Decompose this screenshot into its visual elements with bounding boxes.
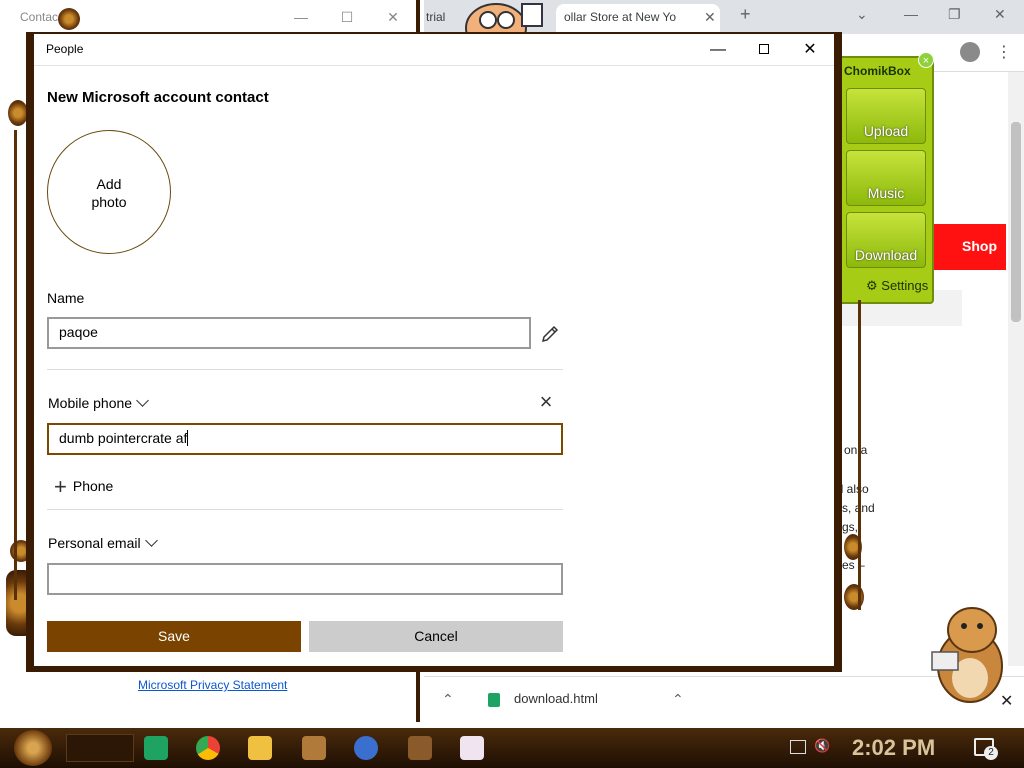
email-type-label: Personal email bbox=[48, 535, 141, 551]
music-label: Music bbox=[867, 185, 905, 201]
page-text-fragment: gs, bbox=[842, 520, 859, 534]
chevron-down-icon bbox=[136, 394, 149, 407]
phone-field[interactable]: dumb pointercrate af bbox=[47, 423, 563, 455]
add-phone-button[interactable]: + Phone bbox=[54, 474, 113, 500]
tab-label: ollar Store at New Yo bbox=[564, 10, 677, 24]
browser-tab-active[interactable]: ollar Store at New Yo ✕ bbox=[556, 4, 720, 34]
hamster-app-icon[interactable] bbox=[408, 736, 432, 760]
save-button[interactable]: Save bbox=[47, 621, 301, 652]
tab-search-chevron-icon[interactable]: ⌄ bbox=[856, 6, 868, 23]
dialog-minimize-icon[interactable]: — bbox=[698, 38, 738, 62]
browser-menu-icon[interactable]: ⋮ bbox=[996, 42, 1012, 62]
download-options-chevron-icon[interactable]: ⌃ bbox=[672, 691, 684, 708]
add-photo-button[interactable]: Add photo bbox=[47, 130, 171, 254]
chevron-down-icon bbox=[144, 534, 158, 547]
internet-app-icon[interactable] bbox=[354, 736, 378, 760]
remove-phone-close-icon[interactable]: × bbox=[536, 391, 556, 413]
chevron-up-icon[interactable]: ⌃ bbox=[442, 691, 454, 708]
email-type-dropdown[interactable]: Personal email bbox=[48, 534, 158, 551]
page-title: New Microsoft account contact bbox=[47, 89, 269, 106]
browser-minimize-icon[interactable]: — bbox=[904, 6, 918, 22]
cancel-button[interactable]: Cancel bbox=[309, 621, 563, 652]
file-explorer-icon[interactable] bbox=[248, 736, 272, 760]
start-button[interactable] bbox=[14, 730, 52, 766]
name-label: Name bbox=[47, 290, 85, 306]
notification-count: 2 bbox=[984, 746, 998, 760]
maximize-icon[interactable]: ☐ bbox=[336, 6, 358, 28]
hamster-mascot-icon bbox=[931, 607, 1003, 703]
chomikbox-app-icon[interactable] bbox=[302, 736, 326, 760]
phone-value: dumb pointercrate af bbox=[59, 430, 188, 446]
gear-decoration-icon bbox=[844, 584, 864, 610]
add-photo-label: Add photo bbox=[91, 176, 127, 210]
frame-rail bbox=[858, 300, 861, 610]
chomikbox-widget: ChomikBox × Upload Music Download ⚙ Sett… bbox=[838, 52, 934, 304]
shop-banner-label: Shop bbox=[962, 238, 997, 254]
people-app-icon[interactable] bbox=[460, 736, 484, 760]
dialog-maximize-icon[interactable] bbox=[744, 38, 784, 62]
download-item[interactable]: download.html bbox=[514, 691, 598, 706]
sheets-app-icon[interactable] bbox=[144, 736, 168, 760]
background-window-title: Contac bbox=[20, 10, 59, 24]
phone-type-dropdown[interactable]: Mobile phone bbox=[48, 394, 149, 411]
titlebar-divider bbox=[34, 65, 834, 66]
email-field[interactable] bbox=[47, 563, 563, 595]
tab-label: trial bbox=[426, 10, 446, 24]
page-text-fragment: ll also bbox=[838, 482, 869, 496]
page-text-fragment: es – bbox=[842, 558, 865, 572]
section-divider bbox=[47, 369, 563, 370]
scrollbar-thumb[interactable] bbox=[1011, 122, 1021, 322]
page-scrollbar[interactable] bbox=[1008, 72, 1024, 666]
section-divider bbox=[47, 509, 563, 510]
download-label: Download bbox=[854, 247, 918, 263]
taskbar: 🔇 2:02 PM 2 bbox=[0, 728, 1024, 768]
add-phone-label: Phone bbox=[72, 478, 114, 494]
chrome-app-icon[interactable] bbox=[196, 736, 220, 760]
name-field[interactable]: paqoe bbox=[47, 317, 531, 349]
phone-type-label: Mobile phone bbox=[48, 395, 133, 411]
privacy-statement-link[interactable]: Microsoft Privacy Statement bbox=[138, 678, 287, 692]
dialog-window-title: People bbox=[46, 42, 84, 56]
chomikbox-download-button[interactable]: Download bbox=[846, 212, 926, 268]
volume-muted-icon[interactable]: 🔇 bbox=[814, 738, 830, 753]
notification-center-icon[interactable]: 2 bbox=[974, 738, 998, 760]
minimize-icon[interactable]: — bbox=[290, 6, 312, 28]
browser-restore-icon[interactable]: ❐ bbox=[948, 6, 961, 23]
close-icon[interactable]: ✕ bbox=[382, 6, 404, 28]
chomikbox-settings[interactable]: ⚙ Settings bbox=[866, 278, 928, 294]
network-icon[interactable] bbox=[790, 740, 806, 754]
tab-close-icon[interactable]: ✕ bbox=[704, 4, 716, 30]
text-caret bbox=[187, 430, 189, 446]
browser-tab[interactable]: trial bbox=[426, 4, 456, 34]
gear-decoration-icon bbox=[8, 100, 28, 126]
pencil-icon[interactable] bbox=[540, 324, 560, 344]
file-icon bbox=[488, 693, 500, 707]
dialog-close-icon[interactable]: ✕ bbox=[790, 38, 830, 62]
page-text-fragment: on a bbox=[844, 443, 868, 457]
upload-label: Upload bbox=[863, 123, 909, 139]
frame-rail bbox=[14, 130, 17, 600]
name-value: paqoe bbox=[59, 324, 98, 340]
taskbar-clock[interactable]: 2:02 PM bbox=[852, 735, 935, 761]
settings-label: Settings bbox=[881, 278, 929, 293]
chomikbox-upload-button[interactable]: Upload bbox=[846, 88, 926, 144]
taskbar-search-box[interactable] bbox=[66, 734, 134, 762]
chomikbox-title: ChomikBox bbox=[844, 64, 911, 78]
profile-avatar-icon[interactable] bbox=[960, 42, 980, 62]
people-dialog: People — ✕ New Microsoft account contact… bbox=[34, 34, 834, 666]
gear-decoration-icon bbox=[58, 8, 80, 30]
chomikbox-music-button[interactable]: Music bbox=[846, 150, 926, 206]
browser-close-icon[interactable]: ✕ bbox=[994, 6, 1006, 23]
plus-icon: + bbox=[54, 474, 67, 499]
new-tab-button[interactable]: + bbox=[740, 4, 751, 25]
chomikbox-close-icon[interactable]: × bbox=[918, 52, 934, 68]
